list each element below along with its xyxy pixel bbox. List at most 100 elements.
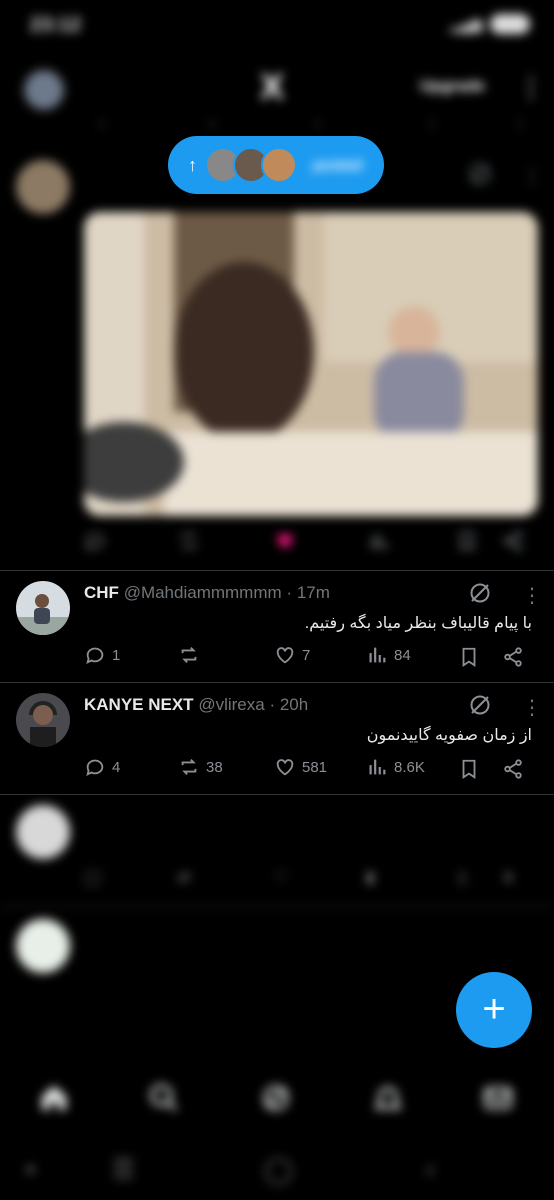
tweet-text: از زمان صفویه گاییدنمون [366, 727, 532, 744]
more-icon[interactable]: ⋮ [522, 698, 542, 718]
bookmark-icon[interactable] [458, 646, 480, 668]
like-button[interactable]: 581 [274, 756, 327, 778]
reply-count: 4 [112, 758, 121, 776]
tweet-card[interactable]: KANYE NEXT @vlirexa · 20h ⋮ از زمان صفوی… [0, 683, 554, 793]
reply-button[interactable]: 4 [84, 756, 120, 778]
status-time: 23:12 [30, 14, 82, 36]
reply-icon [86, 533, 104, 551]
tweet-name[interactable]: CHF [84, 583, 119, 602]
views-button[interactable] [368, 530, 390, 552]
new-posts-pill[interactable]: ↑ posted [168, 136, 384, 194]
avatar [261, 147, 297, 183]
grok-icon[interactable] [468, 693, 492, 717]
repost-button[interactable] [178, 644, 206, 666]
tweet-actions: 1 7 84 [84, 644, 534, 672]
share-icon[interactable] [502, 646, 524, 668]
repost-button[interactable]: 38 [178, 756, 223, 778]
like-count: 581 [302, 758, 328, 776]
notifications-icon[interactable] [372, 1082, 404, 1114]
grok-icon[interactable] [468, 581, 492, 605]
reply-button[interactable] [84, 530, 106, 552]
tweet-actions: ◯ ⇄ ♡ ▮ ▯ ⋔ [84, 868, 534, 896]
like-icon [276, 759, 294, 776]
bookmark-icon[interactable] [458, 758, 480, 780]
repost-count: 38 [206, 758, 223, 776]
views-button[interactable]: 8.6K [366, 756, 425, 778]
tweet-handle[interactable]: @vlirexa [198, 695, 264, 714]
share-icon[interactable]: ⋔ [502, 868, 515, 886]
views-icon [369, 759, 386, 775]
tweet-header: CHF @Mahdiammmmmm · 17m [84, 583, 330, 603]
views-icon [371, 533, 388, 549]
like-icon [276, 647, 294, 664]
like-count: 7 [302, 646, 311, 664]
upgrade-button[interactable]: Upgrade [420, 78, 485, 96]
like-icon [277, 534, 293, 549]
recents-icon[interactable]: ☰ [112, 1154, 135, 1185]
like-button[interactable] [274, 530, 296, 552]
share-icon[interactable] [502, 530, 524, 552]
arrow-up-icon: ↑ [188, 154, 197, 175]
grok-icon[interactable] [260, 1082, 292, 1114]
views-button[interactable]: 84 [366, 644, 411, 666]
tweet-actions [84, 530, 534, 558]
tweet-avatar[interactable] [16, 160, 70, 214]
repost-icon[interactable]: ⇄ [178, 868, 191, 886]
tweet-time[interactable]: 17m [297, 583, 330, 602]
home-icon[interactable] [38, 1082, 70, 1114]
profile-avatar-button[interactable] [22, 68, 66, 112]
tweet-time[interactable]: 20h [280, 695, 308, 714]
tweet-handle[interactable]: @Mahdiammmmmm [124, 583, 282, 602]
views-count: 84 [394, 646, 411, 664]
top-nav: X Upgrade ⋮ [0, 58, 554, 118]
bottom-nav [0, 1066, 554, 1130]
bookmark-icon[interactable]: ▯ [458, 868, 466, 886]
tweet-media-image[interactable] [84, 212, 538, 516]
more-icon[interactable]: ⋮ [522, 586, 542, 606]
dot-icon: • [26, 1154, 36, 1184]
tweet-avatar[interactable] [16, 919, 70, 973]
bookmark-icon[interactable] [456, 530, 478, 552]
reply-button[interactable]: 1 [84, 644, 120, 666]
repost-icon [181, 647, 197, 663]
share-icon[interactable] [502, 758, 524, 780]
tweet-header: KANYE NEXT @vlirexa · 20h [84, 695, 308, 715]
like-button[interactable]: 7 [274, 644, 310, 666]
more-options-icon[interactable]: ⋮ [518, 72, 544, 103]
tweet-actions: 4 38 581 8.6K [84, 756, 534, 784]
tweet-avatar[interactable] [16, 805, 70, 859]
repost-button[interactable] [178, 530, 200, 552]
reply-count: 1 [112, 646, 121, 664]
tweet-avatar[interactable] [16, 693, 70, 747]
tweet-text: با پیام قالیباف بنظر میاد بگه رفتیم. [304, 615, 532, 632]
repost-icon [181, 759, 197, 775]
reply-icon [86, 759, 104, 777]
views-count: 8.6K [394, 758, 425, 776]
tweet-separator: · [269, 695, 276, 714]
more-icon[interactable]: ⋮ [522, 167, 542, 187]
pill-avatars [205, 147, 297, 183]
x-logo-icon[interactable]: X [260, 66, 284, 108]
views-icon [369, 647, 386, 663]
home-circle-icon[interactable]: ◯ [264, 1154, 293, 1185]
status-icons: ▂▄▆ [451, 14, 530, 34]
tweet-avatar[interactable] [16, 581, 70, 635]
messages-icon[interactable] [482, 1082, 514, 1114]
tweet-card[interactable]: CHF @Mahdiammmmmm · 17m ⋮ با پیام قالیبا… [0, 571, 554, 681]
search-icon[interactable] [148, 1082, 180, 1114]
system-nav: • ☰ ◯ ‹ [0, 1140, 554, 1200]
tweet-card[interactable]: ◯ ⇄ ♡ ▮ ▯ ⋔ [0, 795, 554, 905]
like-icon[interactable]: ♡ [274, 868, 287, 886]
views-icon[interactable]: ▮ [366, 868, 374, 886]
back-icon[interactable]: ‹ [426, 1154, 435, 1185]
pill-label: posted [313, 156, 363, 174]
tab-indicator [0, 122, 554, 128]
reply-icon [86, 647, 104, 665]
tweet-name[interactable]: KANYE NEXT [84, 695, 194, 714]
grok-icon[interactable] [468, 162, 492, 186]
signal-icon: ▂▄▆ [450, 15, 482, 32]
compose-button[interactable]: + [456, 972, 532, 1048]
reply-icon[interactable]: ◯ [84, 868, 101, 886]
status-bar: 23:12 ▂▄▆ [0, 0, 554, 50]
tweet-separator: · [286, 583, 293, 602]
